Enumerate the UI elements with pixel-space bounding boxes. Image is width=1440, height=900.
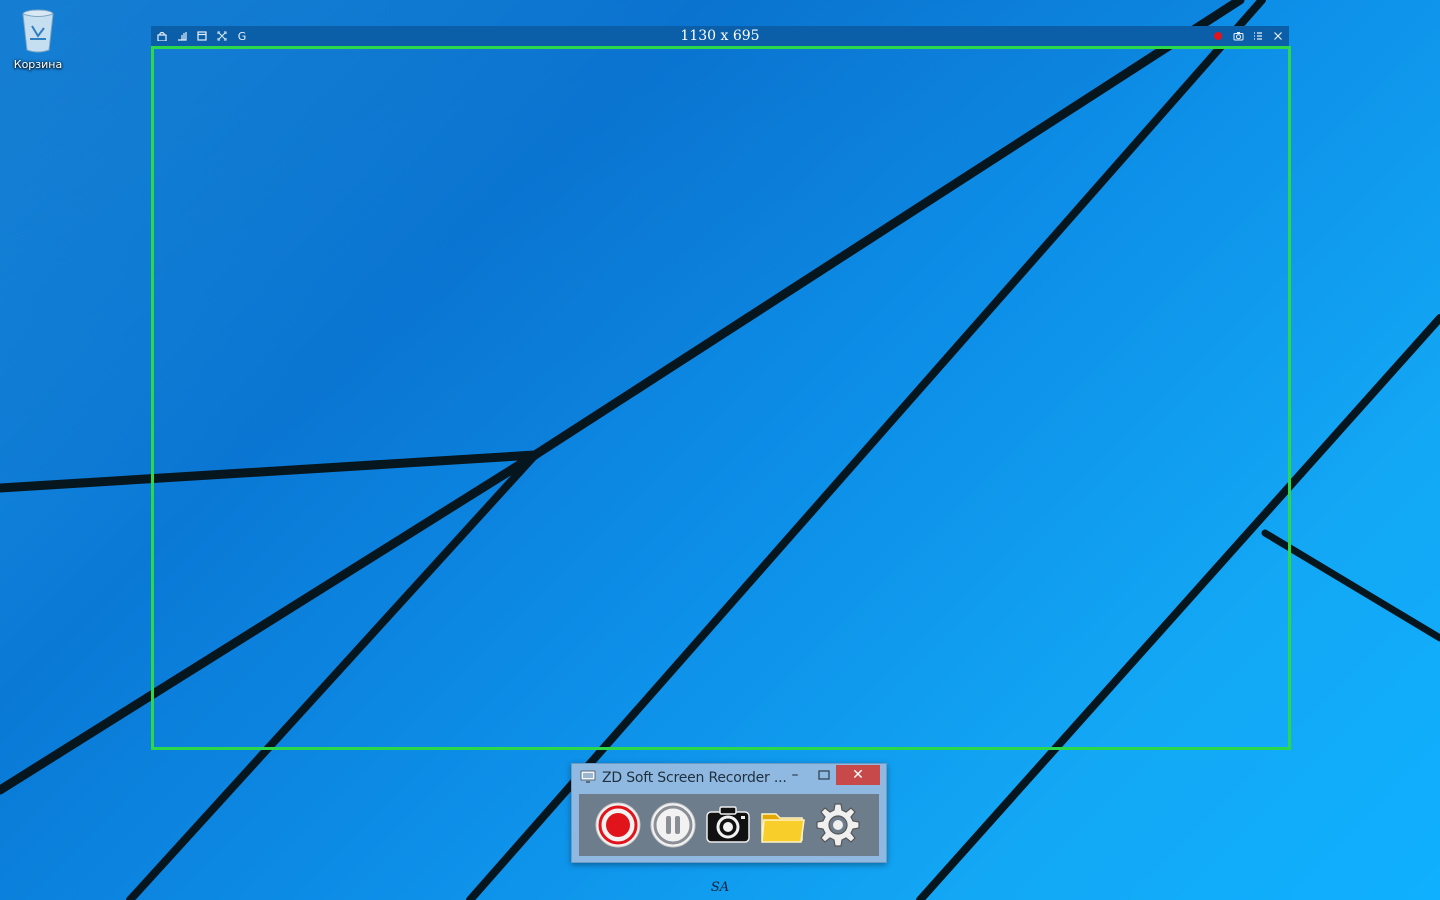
- recorder-titlebar[interactable]: ZD Soft Screen Recorder ... – ✕: [572, 764, 886, 792]
- list-menu-icon[interactable]: [1251, 29, 1265, 43]
- open-folder-button[interactable]: [758, 800, 808, 850]
- record-dot-icon[interactable]: [1211, 29, 1225, 43]
- minimize-button[interactable]: –: [786, 766, 804, 786]
- close-button[interactable]: ✕: [836, 765, 880, 785]
- recorder-title: ZD Soft Screen Recorder ...: [602, 770, 787, 786]
- folder-icon: [761, 813, 805, 843]
- recycle-bin-label: Корзина: [13, 58, 63, 71]
- capture-right-tools: [1211, 29, 1285, 43]
- app-icon: [580, 770, 596, 783]
- settings-button[interactable]: [813, 800, 863, 850]
- recorder-toolbar: [579, 794, 879, 856]
- recycle-bin[interactable]: Корзина: [8, 6, 68, 71]
- pause-icon: [650, 802, 696, 848]
- maximize-button[interactable]: [814, 766, 834, 786]
- taskbar-hint-label: SA: [710, 880, 730, 895]
- gear-icon: [816, 803, 860, 847]
- recorder-window[interactable]: ZD Soft Screen Recorder ... – ✕: [571, 763, 887, 863]
- record-button[interactable]: [593, 800, 643, 850]
- recycle-bin-icon: [22, 9, 54, 53]
- record-icon: [595, 802, 641, 848]
- pause-button[interactable]: [648, 800, 698, 850]
- screenshot-button[interactable]: [703, 800, 753, 850]
- capture-dimensions-label: 1130 x 695: [680, 28, 760, 44]
- camera-icon[interactable]: [1231, 29, 1245, 43]
- capture-region-toolbar[interactable]: G 1130 x 695: [151, 26, 1289, 46]
- maximize-icon: [818, 770, 830, 780]
- camera-icon: [706, 806, 750, 843]
- close-icon[interactable]: [1271, 29, 1285, 43]
